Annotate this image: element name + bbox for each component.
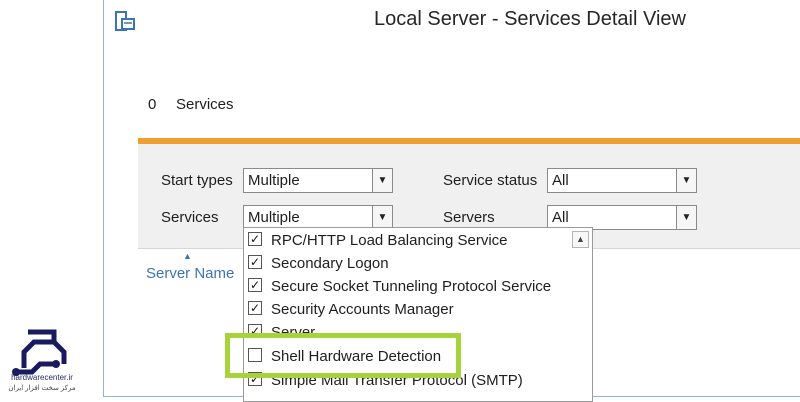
service-option[interactable]: ✓ Security Accounts Manager: [248, 299, 454, 321]
chevron-down-icon[interactable]: ▼: [372, 169, 392, 192]
checkbox-checked[interactable]: ✓: [248, 301, 262, 316]
chevron-down-icon[interactable]: ▼: [676, 206, 696, 229]
checkbox-checked[interactable]: ✓: [248, 232, 262, 247]
service-option-label: RPC/HTTP Load Balancing Service: [271, 232, 508, 249]
scroll-up-icon[interactable]: ▲: [572, 231, 589, 248]
column-header-server-name[interactable]: Server Name: [146, 265, 234, 282]
start-types-label: Start types: [161, 172, 233, 189]
service-status-dropdown[interactable]: All ▼: [547, 168, 697, 193]
sort-ascending-icon: ▲: [183, 251, 192, 261]
window-title: Local Server - Services Detail View: [374, 8, 686, 30]
service-option-label: Secondary Logon: [271, 255, 389, 272]
servers-label: Servers: [443, 209, 495, 226]
chevron-down-icon[interactable]: ▼: [372, 206, 392, 229]
start-types-dropdown[interactable]: Multiple ▼: [243, 168, 393, 193]
service-option-label: Secure Socket Tunneling Protocol Service: [271, 278, 552, 295]
checkbox-checked[interactable]: ✓: [248, 278, 262, 293]
start-types-value: Multiple: [248, 172, 300, 189]
service-option[interactable]: ✓ RPC/HTTP Load Balancing Service: [248, 230, 508, 252]
services-count-label: Services: [176, 96, 234, 113]
servers-value: All: [552, 209, 569, 226]
service-option[interactable]: ✓ Secure Socket Tunneling Protocol Servic…: [248, 276, 551, 298]
service-status-label: Service status: [443, 172, 538, 189]
chevron-down-icon[interactable]: ▼: [676, 169, 696, 192]
service-option-label: Security Accounts Manager: [271, 301, 454, 318]
services-label: Services: [161, 209, 219, 226]
service-option[interactable]: ✓ Secondary Logon: [248, 253, 389, 275]
services-value: Multiple: [248, 209, 300, 226]
watermark-url: hardwarecenter.ir: [11, 373, 73, 382]
watermark-tagline: مرکز سخت افزار ایران: [8, 385, 76, 392]
service-status-value: All: [552, 172, 569, 189]
services-count: 0 Services: [148, 96, 234, 113]
title-bar: Local Server - Services Detail View: [104, 0, 800, 42]
highlight-box: [225, 333, 461, 378]
checkbox-checked[interactable]: ✓: [248, 255, 262, 270]
services-count-number: 0: [148, 96, 157, 113]
